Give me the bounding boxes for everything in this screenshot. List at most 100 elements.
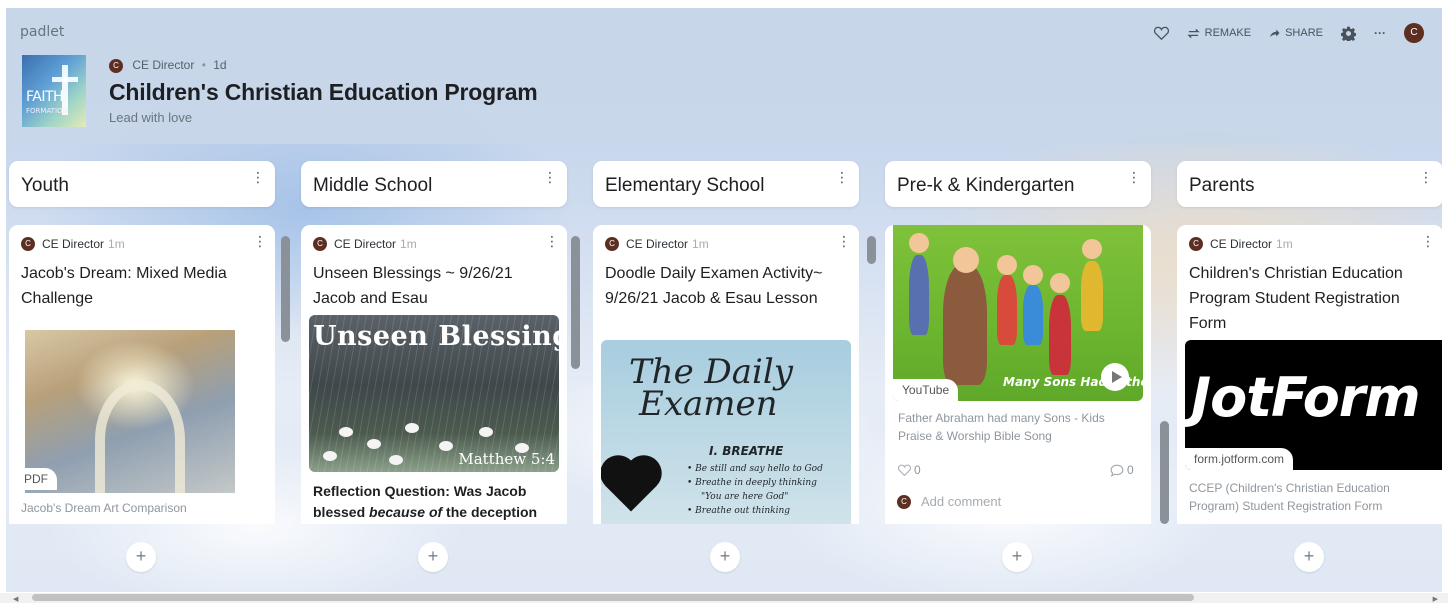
post-image[interactable]: The Daily Examen I. BREATHE • Be still an… [601, 340, 851, 524]
add-post-button[interactable]: + [1002, 542, 1032, 572]
horizontal-scroll-thumb[interactable] [32, 594, 1194, 601]
scroll-left-arrow-icon[interactable]: ◀ [13, 595, 18, 603]
image-heading: Unseen Blessings [313, 321, 559, 352]
column-menu-icon[interactable]: ⋮ [1127, 169, 1141, 186]
author-avatar: C [1189, 237, 1203, 251]
image-title: The Daily Examen [629, 352, 793, 424]
column-menu-icon[interactable]: ⋮ [835, 169, 849, 186]
author-name: CE Director [1210, 237, 1273, 251]
add-post-button[interactable]: + [418, 542, 448, 572]
video-thumbnail[interactable]: Many Sons Had Father Abraha YouTube [893, 225, 1143, 401]
column-title[interactable]: Pre-k & Kindergarten [897, 175, 1074, 197]
commenter-avatar: C [897, 494, 911, 509]
author-name: CE Director [42, 237, 105, 251]
column-title[interactable]: Middle School [313, 175, 432, 197]
post-card[interactable]: C CE Director 1m ⋮ Children's Christian … [1177, 225, 1442, 524]
column-scrollbar[interactable] [571, 236, 580, 369]
column-header: Elementary School ⋮ [593, 161, 859, 207]
post-image[interactable]: Unseen Blessings Matthew 5:4 [309, 315, 559, 472]
post-author: C CE Director 1m [21, 237, 125, 251]
column-title[interactable]: Parents [1189, 175, 1254, 197]
image-bullets: • Be still and say hello to God • Breath… [687, 464, 823, 516]
board-subtitle: Lead with love [109, 110, 193, 125]
post-author: C CE Director 1m [605, 237, 709, 251]
post-menu-icon[interactable]: ⋮ [1421, 233, 1435, 250]
post-author: C CE Director 1m [1189, 237, 1293, 251]
post-card[interactable]: C CE Director 1m ⋮ Doodle Daily Examen A… [593, 225, 859, 524]
add-comment-field[interactable]: C Add comment [897, 494, 1001, 509]
image-reference: Matthew 5:4 [458, 450, 555, 468]
column-header: Middle School ⋮ [301, 161, 567, 207]
column-title[interactable]: Youth [21, 175, 69, 197]
remake-button[interactable]: REMAKE [1186, 27, 1252, 39]
add-post-button[interactable]: + [710, 542, 740, 572]
heart-icon [1153, 26, 1169, 40]
post-title: Jacob's Dream: Mixed Media Challenge [21, 265, 227, 307]
like-count[interactable]: 0 [898, 463, 921, 477]
post-card[interactable]: Many Sons Had Father Abraha YouTube Fath… [885, 225, 1151, 524]
post-title: Unseen Blessings ~ 9/26/21 Jacob and Esa… [313, 265, 513, 307]
comment-count[interactable]: 0 [1110, 463, 1134, 477]
link-url-badge: form.jotform.com [1185, 448, 1294, 470]
author-name: CE Director [626, 237, 689, 251]
source-badge: YouTube [893, 379, 959, 401]
column-header: Parents ⋮ [1177, 161, 1442, 207]
add-comment-placeholder: Add comment [921, 494, 1002, 509]
author-name: CE Director [132, 58, 195, 72]
column-scrollbar[interactable] [867, 236, 876, 264]
post-time: 1m [1276, 237, 1293, 251]
more-options-button[interactable]: ··· [1374, 26, 1386, 40]
post-time: 1m [400, 237, 417, 251]
post-card[interactable]: C CE Director 1m ⋮ Jacob's Dream: Mixed … [9, 225, 275, 524]
board-toolbar: REMAKE SHARE ··· C [1153, 23, 1424, 43]
column-scrollbar[interactable] [1160, 421, 1169, 524]
share-button[interactable]: SHARE [1269, 27, 1323, 39]
column-title[interactable]: Elementary School [605, 175, 764, 197]
column-menu-icon[interactable]: ⋮ [1419, 169, 1433, 186]
post-age: 1d [213, 58, 227, 72]
column-header: Youth ⋮ [9, 161, 275, 207]
add-post-button[interactable]: + [1294, 542, 1324, 572]
gear-icon [1341, 26, 1356, 41]
column-middle-school: Middle School ⋮ C CE Director 1m ⋮ Unsee… [301, 161, 580, 592]
board-icon-faith-formation: FAITH FORMATION [22, 55, 86, 127]
video-caption: Father Abraham had many Sons - Kids Prai… [898, 411, 1105, 443]
padlet-board: padlet FAITH FORMATION C CE Director • 1… [6, 8, 1442, 592]
author-avatar: C [109, 58, 123, 73]
column-menu-icon[interactable]: ⋮ [251, 169, 265, 186]
post-title: Doodle Daily Examen Activity~ 9/26/21 Ja… [605, 265, 823, 307]
add-post-button[interactable]: + [126, 542, 156, 572]
horizontal-scrollbar[interactable]: ◀ ▶ [0, 593, 1448, 603]
scroll-right-arrow-icon[interactable]: ▶ [1433, 595, 1438, 603]
post-body: Reflection Question: Was Jacob blessed b… [313, 483, 538, 520]
post-card[interactable]: C CE Director 1m ⋮ Unseen Blessings ~ 9/… [301, 225, 567, 524]
heart-hand-icon [605, 460, 657, 512]
column-menu-icon[interactable]: ⋮ [543, 169, 557, 186]
user-avatar[interactable]: C [1404, 23, 1424, 43]
post-menu-icon[interactable]: ⋮ [545, 233, 559, 250]
remake-label: REMAKE [1204, 27, 1252, 39]
attachment-type-badge: PDF [15, 468, 57, 490]
column-scrollbar[interactable] [281, 236, 290, 342]
column-parents: Parents ⋮ C CE Director 1m ⋮ Children's … [1177, 161, 1442, 592]
column-elementary-school: Elementary School ⋮ C CE Director 1m ⋮ D… [593, 161, 876, 592]
heart-icon [898, 464, 911, 476]
link-preview-image[interactable]: JotForm form.jotform.com [1185, 340, 1442, 470]
author-avatar: C [605, 237, 619, 251]
board-author-line: C CE Director • 1d [109, 58, 227, 73]
remake-icon [1186, 28, 1200, 38]
post-menu-icon[interactable]: ⋮ [837, 233, 851, 250]
post-time: 1m [692, 237, 709, 251]
board-header: padlet FAITH FORMATION C CE Director • 1… [6, 8, 1442, 144]
like-board-button[interactable] [1153, 26, 1169, 40]
play-icon[interactable] [1101, 363, 1129, 391]
settings-button[interactable] [1341, 26, 1356, 41]
board-title: Children's Christian Education Program [109, 79, 538, 105]
image-step: I. BREATHE [709, 444, 784, 458]
pdf-preview-image[interactable] [25, 330, 235, 493]
comment-icon [1110, 464, 1124, 477]
author-avatar: C [313, 237, 327, 251]
column-header: Pre-k & Kindergarten ⋮ [885, 161, 1151, 207]
post-menu-icon[interactable]: ⋮ [253, 233, 267, 250]
padlet-logo[interactable]: padlet [20, 24, 64, 40]
